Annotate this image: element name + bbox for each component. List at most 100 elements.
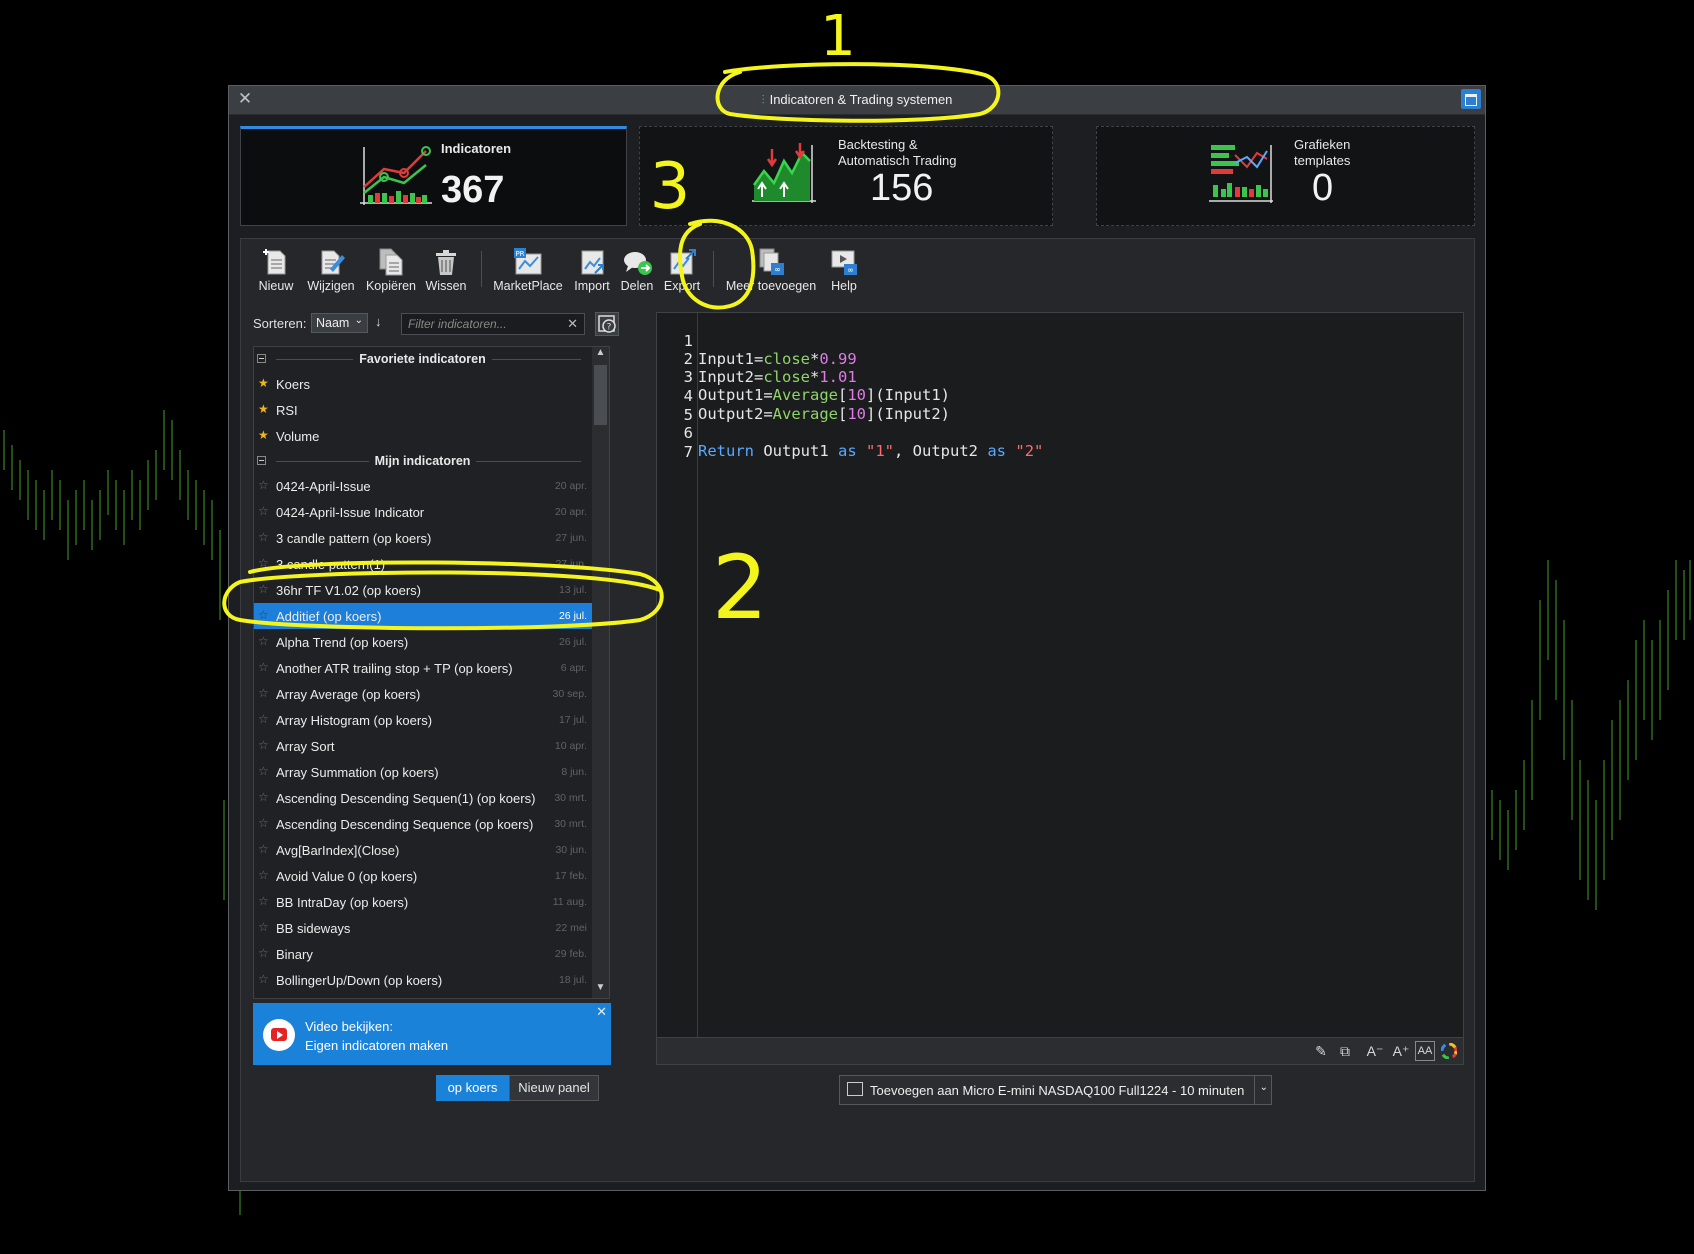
toolbar-separator	[713, 251, 714, 287]
list-item[interactable]: ★ RSI	[254, 397, 609, 423]
list-item[interactable]: ☆ Alpha Trend (op koers) 26 jul.	[254, 629, 609, 655]
star-filled-icon[interactable]: ★	[258, 376, 269, 390]
indicator-list[interactable]: Favoriete indicatoren ★ Koers ★ RSI ★ Volum…	[253, 346, 610, 999]
marketplace-button[interactable]: PR MarketPlace	[491, 247, 565, 299]
list-item[interactable]: ☆ Array Sort 10 apr.	[254, 733, 609, 759]
tab-backtesting[interactable]: Backtesting & Automatisch Trading 156	[639, 126, 1053, 226]
list-item[interactable]: ★ Koers	[254, 371, 609, 397]
group-header-favorites[interactable]: Favoriete indicatoren	[254, 347, 609, 371]
list-item[interactable]: ☆ Additief (op koers) 26 jul.	[254, 603, 609, 629]
list-item[interactable]: ☆ 36hr TF V1.02 (op koers) 13 jul.	[254, 577, 609, 603]
indicator-date: 20 apr.	[554, 480, 587, 492]
list-item[interactable]: ☆ 3 candle pattern(1) 27 jun.	[254, 551, 609, 577]
list-item[interactable]: ☆ Ascending Descending Sequence (op koers…	[254, 811, 609, 837]
filter-options-button[interactable]: ?	[595, 312, 619, 336]
sort-direction-icon[interactable]: ↓	[375, 314, 382, 329]
on-price-toggle[interactable]: op koers	[436, 1075, 509, 1101]
list-item[interactable]: ☆ Array Summation (op koers) 8 jun.	[254, 759, 609, 785]
star-filled-icon[interactable]: ★	[258, 428, 269, 442]
star-outline-icon[interactable]: ☆	[258, 946, 269, 960]
list-item[interactable]: ☆ Avoid Value 0 (op koers) 17 feb.	[254, 863, 609, 889]
tab-indicators[interactable]: Indicatoren 367	[240, 126, 627, 226]
chevron-down-icon[interactable]: ⌄	[1260, 1082, 1268, 1093]
star-outline-icon[interactable]: ☆	[258, 868, 269, 882]
indicator-name: BB IntraDay (op koers)	[276, 895, 409, 910]
list-item[interactable]: ☆ BB sideways 22 mei	[254, 915, 609, 941]
star-outline-icon[interactable]: ☆	[258, 478, 269, 492]
video-banner[interactable]: Video bekijken: Eigen indicatoren maken …	[253, 1003, 611, 1065]
star-outline-icon[interactable]: ☆	[258, 660, 269, 674]
increase-font-icon[interactable]: A⁺	[1391, 1041, 1411, 1061]
star-outline-icon[interactable]: ☆	[258, 842, 269, 856]
list-item[interactable]: ☆ 0424-April-Issue Indicator 20 apr.	[254, 499, 609, 525]
share-button[interactable]: Delen	[617, 247, 657, 299]
star-outline-icon[interactable]: ☆	[258, 790, 269, 804]
star-outline-icon[interactable]: ☆	[258, 556, 269, 570]
add-more-button[interactable]: ∞ Meer toevoegen	[723, 247, 819, 299]
new-button[interactable]: Nieuw	[253, 247, 299, 299]
indicator-date: 27 jun.	[555, 532, 587, 544]
font-case-icon[interactable]: AA	[1415, 1041, 1435, 1061]
star-outline-icon[interactable]: ☆	[258, 998, 269, 999]
clear-icon[interactable]: ✕	[567, 316, 578, 332]
star-filled-icon[interactable]: ★	[258, 402, 269, 416]
list-item[interactable]: ☆ BB IntraDay (op koers) 11 aug.	[254, 889, 609, 915]
scrollbar[interactable]: ▲ ▼	[592, 347, 609, 998]
help-button[interactable]: ∞ Help	[821, 247, 867, 299]
scroll-thumb[interactable]	[594, 365, 607, 425]
star-outline-icon[interactable]: ☆	[258, 920, 269, 934]
star-outline-icon[interactable]: ☆	[258, 530, 269, 544]
new-panel-toggle[interactable]: Nieuw panel	[509, 1075, 599, 1101]
list-item[interactable]: ☆ 0424-April-Issue 20 apr.	[254, 473, 609, 499]
add-to-chart-button[interactable]: Toevoegen aan Micro E-mini NASDAQ100 Ful…	[839, 1075, 1272, 1105]
color-wheel-icon[interactable]	[1439, 1041, 1459, 1061]
star-outline-icon[interactable]: ☆	[258, 738, 269, 752]
copy-icon[interactable]: ⧉	[1335, 1041, 1355, 1061]
youtube-icon	[263, 1019, 295, 1051]
delete-button[interactable]: Wissen	[421, 247, 471, 299]
code-editor[interactable]: 1 Input1=close*0.99 2 Input2=close*1.01 …	[656, 312, 1464, 1065]
star-outline-icon[interactable]: ☆	[258, 894, 269, 908]
star-outline-icon[interactable]: ☆	[258, 764, 269, 778]
indicator-date: 30 sep.	[552, 688, 587, 700]
list-item[interactable]: ☆ Binary 29 feb.	[254, 941, 609, 967]
list-item[interactable]: ☆ Another ATR trailing stop + TP (op koer…	[254, 655, 609, 681]
list-item[interactable]: ☆ Array Average (op koers) 30 sep.	[254, 681, 609, 707]
star-outline-icon[interactable]: ☆	[258, 608, 269, 622]
import-button[interactable]: Import	[569, 247, 615, 299]
list-item[interactable]: ☆ Avg[BarIndex](Close) 30 jun.	[254, 837, 609, 863]
close-icon[interactable]: ✕	[596, 1004, 607, 1020]
star-outline-icon[interactable]: ☆	[258, 816, 269, 830]
scroll-down-icon[interactable]: ▼	[592, 982, 609, 998]
export-icon	[667, 247, 697, 277]
star-outline-icon[interactable]: ☆	[258, 582, 269, 596]
group-header-mine[interactable]: Mijn indicatoren	[254, 449, 609, 473]
star-outline-icon[interactable]: ☆	[258, 972, 269, 986]
edit-icon[interactable]: ✎	[1311, 1041, 1331, 1061]
scroll-up-icon[interactable]: ▲	[592, 347, 609, 363]
svg-text:?: ?	[607, 323, 612, 333]
indicator-date: 29 feb.	[554, 948, 587, 960]
indicator-name: 0424-April-Issue	[276, 479, 371, 494]
star-outline-icon[interactable]: ☆	[258, 634, 269, 648]
tile-label: Indicatoren	[441, 141, 512, 156]
star-outline-icon[interactable]: ☆	[258, 712, 269, 726]
sort-select[interactable]: Naam ⌄	[311, 313, 368, 333]
star-outline-icon[interactable]: ☆	[258, 686, 269, 700]
tab-chart-templates[interactable]: Grafieken templates 0	[1096, 126, 1475, 226]
list-item[interactable]: ★ Volume	[254, 423, 609, 449]
edit-button[interactable]: Wijzigen	[303, 247, 359, 299]
star-outline-icon[interactable]: ☆	[258, 504, 269, 518]
list-item[interactable]: ☆ Ascending Descending Sequen(1) (op koer…	[254, 785, 609, 811]
list-item[interactable]: ☆ 3 candle pattern (op koers) 27 jun.	[254, 525, 609, 551]
title-bar: ✕ ⫶ Indicatoren & Trading systemen	[229, 86, 1485, 115]
code-line: 5	[683, 406, 693, 424]
filter-input[interactable]: Filter indicatoren... ✕	[401, 313, 585, 335]
export-button[interactable]: Export	[659, 247, 705, 299]
list-item[interactable]: ☆ Array Histogram (op koers) 17 jul.	[254, 707, 609, 733]
maximize-button[interactable]	[1461, 89, 1481, 109]
list-item[interactable]: ☆Brownian Deviations (op koers)29 sep.	[254, 993, 609, 999]
copy-button[interactable]: Kopiëren	[363, 247, 419, 299]
list-item[interactable]: ☆ BollingerUp/Down (op koers) 18 jul.	[254, 967, 609, 993]
decrease-font-icon[interactable]: A⁻	[1365, 1041, 1385, 1061]
